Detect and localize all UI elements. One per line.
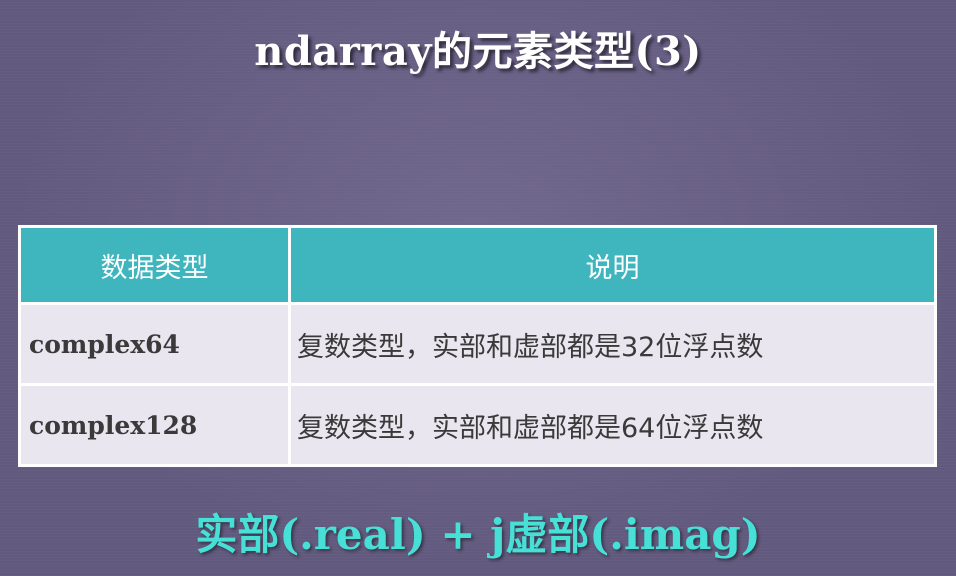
type-cell: complex64 (18, 302, 291, 386)
header-description: 说明 (288, 225, 937, 305)
table-header-row: 数据类型 说明 (18, 225, 937, 305)
slide-title: ndarray的元素类型(3) (254, 28, 702, 75)
description-cell: 复数类型，实部和虚部都是32位浮点数 (288, 302, 937, 386)
header-data-type: 数据类型 (18, 225, 291, 305)
data-type-table: 数据类型 说明 complex64 复数类型，实部和虚部都是32位浮点数 com… (18, 225, 937, 467)
table-row: complex64 复数类型，实部和虚部都是32位浮点数 (18, 302, 937, 386)
complex-formula-caption: 实部(.real) + j虚部(.imag) (195, 510, 761, 559)
data-type-table-container: 数据类型 说明 complex64 复数类型，实部和虚部都是32位浮点数 com… (18, 225, 937, 467)
table-row: complex128 复数类型，实部和虚部都是64位浮点数 (18, 383, 937, 467)
description-cell: 复数类型，实部和虚部都是64位浮点数 (288, 383, 937, 467)
type-cell: complex128 (18, 383, 291, 467)
